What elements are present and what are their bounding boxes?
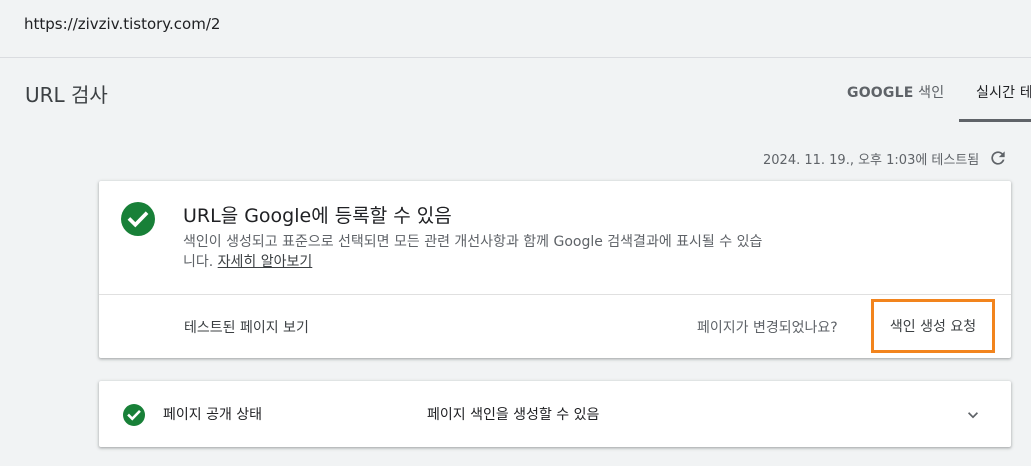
status-card: URL을 Google에 등록할 수 있음 색인이 생성되고 표준으로 선택되면… (99, 181, 1011, 358)
chevron-down-icon[interactable] (963, 405, 983, 425)
page-availability-card[interactable]: 페이지 공개 상태 페이지 색인을 생성할 수 있음 (99, 381, 1011, 447)
inspected-url: https://zivziv.tistory.com/2 (24, 15, 221, 33)
tab-live-test[interactable]: 실시간 테 (976, 82, 1031, 102)
page-title: URL 검사 (25, 83, 108, 107)
status-description: 색인이 생성되고 표준으로 선택되면 모든 관련 개선사항과 함께 Google… (183, 232, 763, 272)
tested-timestamp: 2024. 11. 19., 오후 1:03에 테스트됨 (763, 153, 980, 168)
tab-google-label: GOOGLE (847, 85, 914, 101)
request-indexing-button[interactable]: 색인 생성 요청 (871, 299, 995, 353)
availability-label: 페이지 공개 상태 (163, 407, 263, 423)
tab-google-index[interactable]: GOOGLE 색인 (847, 82, 944, 102)
divider (99, 294, 1011, 295)
view-tested-page-button[interactable]: 테스트된 페이지 보기 (184, 317, 309, 337)
status-title: URL을 Google에 등록할 수 있음 (183, 205, 452, 227)
refresh-icon[interactable] (988, 148, 1008, 168)
active-tab-indicator (959, 119, 1031, 122)
request-indexing-label: 색인 생성 요청 (889, 319, 977, 335)
url-bar: https://zivziv.tistory.com/2 (0, 0, 1031, 58)
check-circle-icon (123, 404, 145, 426)
availability-value: 페이지 색인을 생성할 수 있음 (427, 407, 600, 423)
check-circle-icon (121, 202, 155, 236)
page-changed-text: 페이지가 변경되었나요? (697, 320, 838, 336)
learn-more-link[interactable]: 자세히 알아보기 (218, 254, 313, 270)
tab-google-label-suffix: 색인 (913, 85, 945, 101)
